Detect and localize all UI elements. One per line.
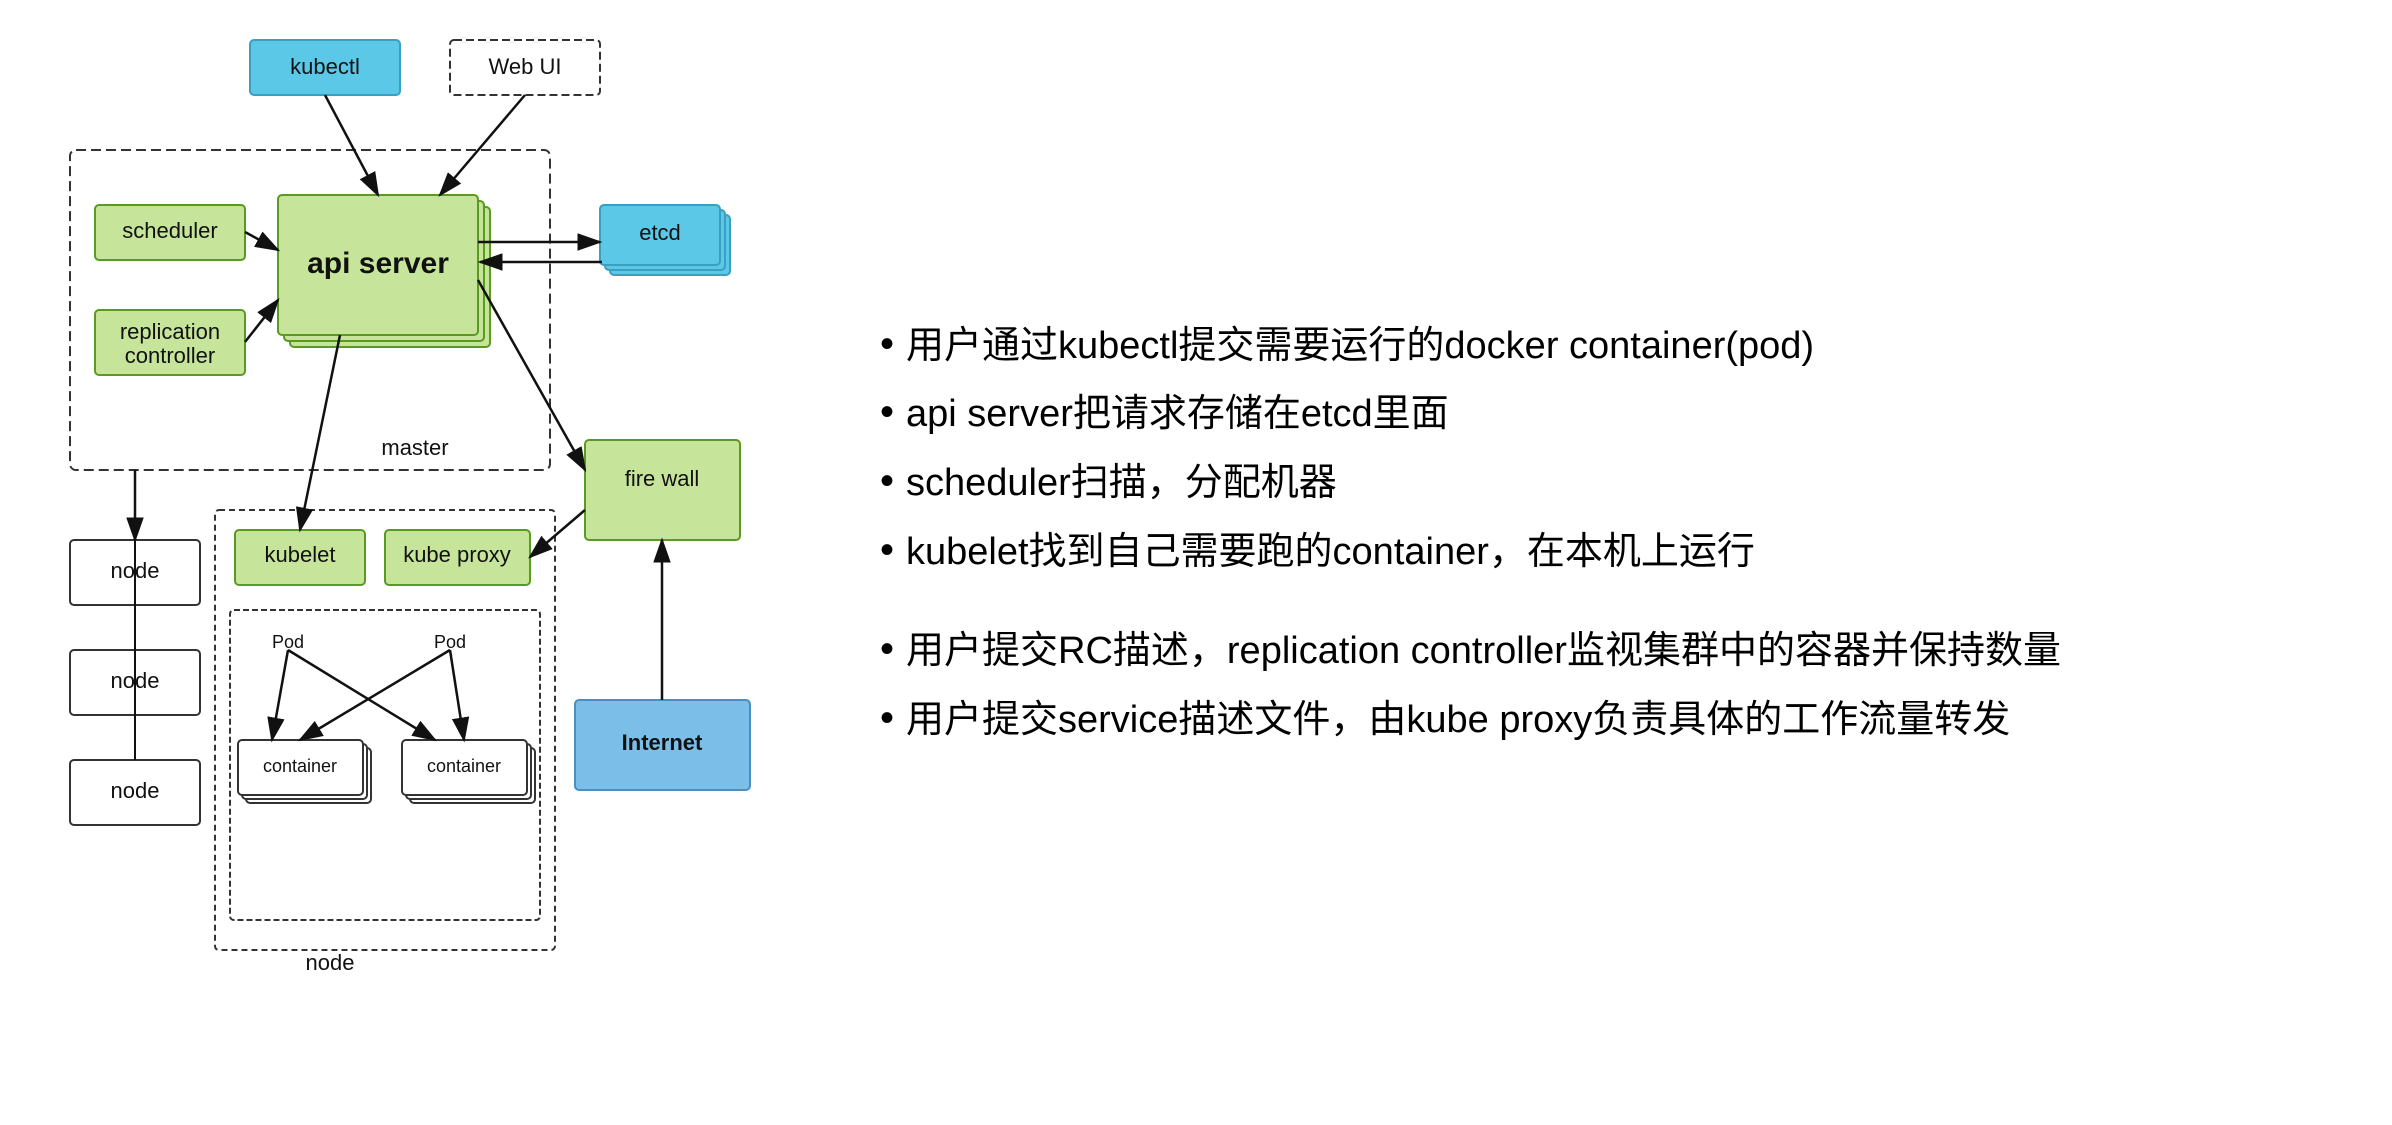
arrow-apiserver-kubelet — [300, 335, 340, 530]
scheduler-label: scheduler — [122, 218, 217, 243]
pod2-label: Pod — [434, 632, 466, 652]
bullet-dot-5: • — [880, 617, 894, 681]
bullet-item-1: • 用户通过kubectl提交需要运行的docker container(pod… — [880, 316, 2332, 377]
bullet-text-5: 用户提交RC描述，replication controller监视集群中的容器并… — [906, 621, 2061, 682]
bullet-text-2: api server把请求存储在etcd里面 — [906, 384, 1449, 445]
container1-label: container — [263, 756, 337, 776]
pod1-label: Pod — [272, 632, 304, 652]
bullet-item-4: • kubelet找到自己需要跑的container，在本机上运行 — [880, 522, 2332, 583]
internet-label: Internet — [622, 730, 703, 755]
bullet-dot-3: • — [880, 449, 894, 513]
arrow-scheduler-apiserver — [245, 232, 278, 250]
bullet-item-6: • 用户提交service描述文件，由kube proxy负责具体的工作流量转发 — [880, 690, 2332, 751]
node3-label: node — [111, 778, 160, 803]
bullet-item-5: • 用户提交RC描述，replication controller监视集群中的容… — [880, 621, 2332, 682]
right-section: • 用户通过kubectl提交需要运行的docker container(pod… — [820, 0, 2392, 1104]
bullet-dot-6: • — [880, 686, 894, 750]
arrow-webui-apiserver — [440, 95, 525, 195]
bullet-group-1: • 用户通过kubectl提交需要运行的docker container(pod… — [880, 316, 2332, 591]
bullet-dot-4: • — [880, 518, 894, 582]
kubeproxy-label: kube proxy — [403, 542, 511, 567]
rc-label2: controller — [125, 343, 215, 368]
arrow-rc-apiserver — [245, 300, 278, 342]
kubelet-label: kubelet — [265, 542, 336, 567]
arrow-firewall-kubeproxy — [530, 510, 585, 557]
bullet-text-3: scheduler扫描，分配机器 — [906, 453, 1337, 514]
bullet-item-2: • api server把请求存储在etcd里面 — [880, 384, 2332, 445]
kubectl-label: kubectl — [290, 54, 360, 79]
master-label: master — [381, 435, 448, 460]
arrow-apiserver-firewall — [478, 280, 585, 470]
bullet-text-4: kubelet找到自己需要跑的container，在本机上运行 — [906, 522, 1755, 583]
bullet-dot-2: • — [880, 380, 894, 444]
diagram-section: kubectl Web UI master scheduler replicat… — [0, 0, 820, 1104]
firewall-label1: fire wall — [625, 466, 700, 491]
bullet-dot-1: • — [880, 312, 894, 376]
bullet-text-1: 用户通过kubectl提交需要运行的docker container(pod) — [906, 316, 1814, 377]
apiserver-label: api server — [307, 247, 449, 280]
node-container-label: node — [306, 950, 355, 975]
bullet-group-2: • 用户提交RC描述，replication controller监视集群中的容… — [880, 621, 2332, 759]
container2-label: container — [427, 756, 501, 776]
bullet-item-3: • scheduler扫描，分配机器 — [880, 453, 2332, 514]
arrow-kubectl-apiserver — [325, 95, 378, 195]
webui-label: Web UI — [489, 54, 562, 79]
bullet-text-6: 用户提交service描述文件，由kube proxy负责具体的工作流量转发 — [906, 690, 2010, 751]
rc-label1: replication — [120, 319, 220, 344]
etcd-label: etcd — [639, 220, 681, 245]
